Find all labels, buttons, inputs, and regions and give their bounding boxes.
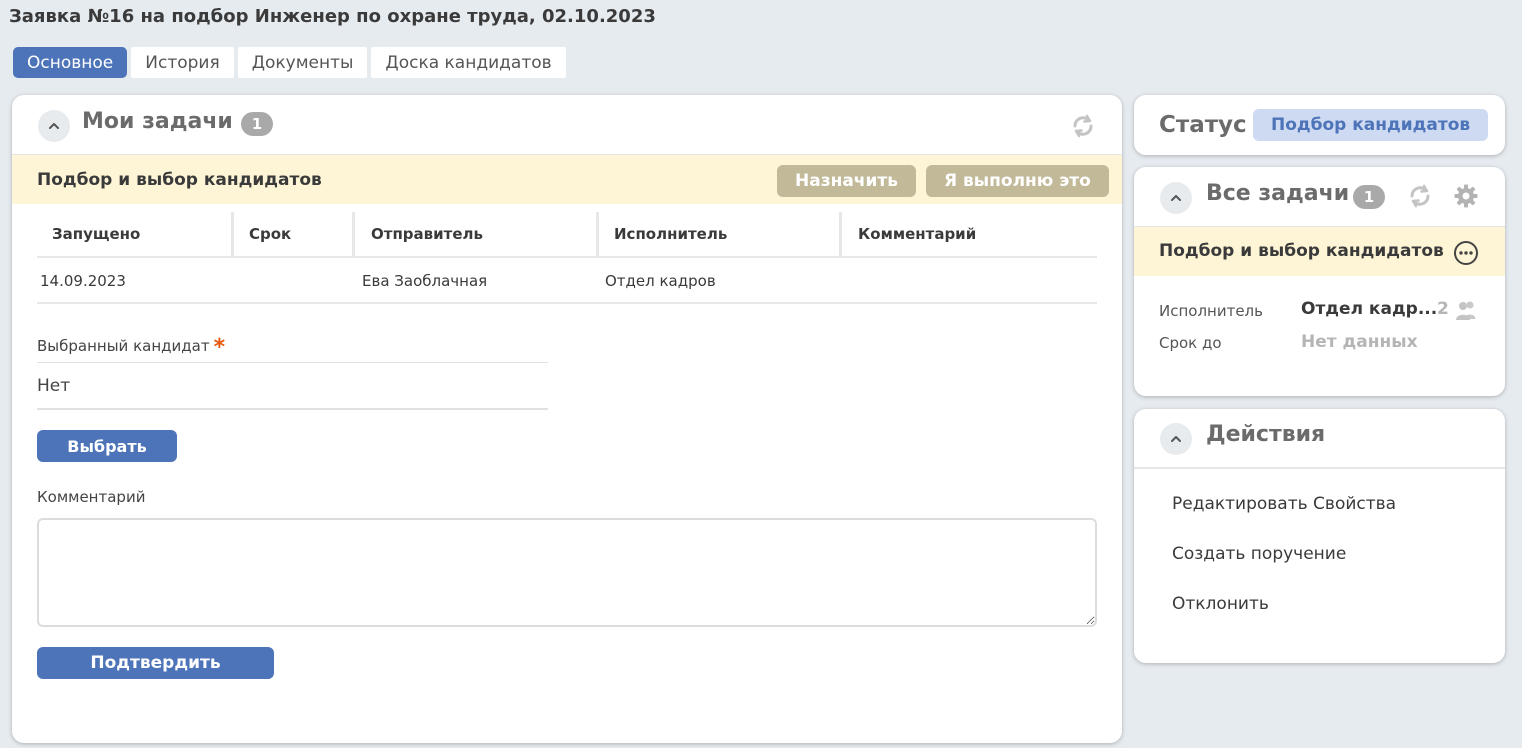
tab-candidate-board[interactable]: Доска кандидатов bbox=[371, 47, 566, 78]
cell-sender: Ева Заоблачная bbox=[362, 272, 488, 290]
status-label: Статус bbox=[1159, 112, 1247, 138]
column-header-executor: Исполнитель bbox=[599, 212, 842, 256]
task-banner: Подбор и выбор кандидатов Назначить Я вы… bbox=[12, 154, 1122, 204]
tab-history[interactable]: История bbox=[131, 47, 234, 78]
column-header-comment: Комментарий bbox=[858, 225, 977, 243]
actions-title: Действия bbox=[1206, 422, 1326, 447]
candidate-label-text: Выбранный кандидат bbox=[37, 337, 210, 355]
all-tasks-count-badge: 1 bbox=[1353, 185, 1385, 209]
my-tasks-refresh-button[interactable] bbox=[1069, 112, 1097, 140]
actions-card: Действия Редактировать Свойства Создать … bbox=[1134, 409, 1505, 663]
due-label: Срок до bbox=[1159, 334, 1222, 352]
required-mark: * bbox=[213, 335, 226, 360]
comment-label: Комментарий bbox=[37, 488, 146, 506]
candidate-label: Выбранный кандидат * bbox=[37, 332, 226, 360]
table-row[interactable]: 14.09.2023 Ева Заоблачная Отдел кадров bbox=[37, 260, 1097, 304]
my-tasks-count-badge: 1 bbox=[241, 112, 273, 136]
all-tasks-refresh-button[interactable] bbox=[1406, 182, 1434, 210]
side-task-title: Подбор и выбор кандидатов bbox=[1159, 241, 1444, 261]
action-edit-properties[interactable]: Редактировать Свойства bbox=[1172, 494, 1396, 514]
tab-documents[interactable]: Документы bbox=[237, 47, 368, 78]
actions-collapse-button[interactable] bbox=[1160, 423, 1192, 455]
executor-value[interactable]: Отдел кадр... bbox=[1301, 299, 1437, 319]
take-task-button[interactable]: Я выполню это bbox=[926, 165, 1109, 197]
choose-button[interactable]: Выбрать bbox=[37, 430, 177, 462]
action-create-assignment[interactable]: Создать поручение bbox=[1172, 544, 1346, 564]
status-badge: Подбор кандидатов bbox=[1253, 109, 1489, 141]
task-banner-title: Подбор и выбор кандидатов bbox=[37, 170, 322, 190]
my-tasks-collapse-button[interactable] bbox=[38, 110, 70, 142]
executor-label: Исполнитель bbox=[1159, 302, 1263, 320]
action-reject[interactable]: Отклонить bbox=[1172, 594, 1269, 614]
status-card: Статус Подбор кандидатов bbox=[1134, 95, 1505, 155]
comment-textarea[interactable] bbox=[37, 518, 1097, 627]
all-tasks-settings-button[interactable] bbox=[1452, 182, 1480, 210]
executor-users-button[interactable] bbox=[1452, 298, 1480, 322]
tab-main[interactable]: Основное bbox=[13, 47, 128, 78]
task-more-button[interactable] bbox=[1452, 239, 1480, 267]
column-header-started: Запущено bbox=[37, 212, 234, 256]
cell-started: 14.09.2023 bbox=[40, 272, 126, 290]
chevron-up-icon bbox=[1171, 436, 1181, 442]
chevron-up-icon bbox=[1171, 195, 1181, 201]
actions-divider bbox=[1134, 467, 1505, 469]
task-table-header: Запущено Срок Отправитель Исполнитель Ко… bbox=[37, 212, 1097, 258]
tab-bar: Основное История Документы Доска кандида… bbox=[13, 47, 566, 78]
executor-count: 2 bbox=[1437, 299, 1449, 319]
page-title: Заявка №16 на подбор Инженер по охране т… bbox=[9, 6, 656, 27]
chevron-up-icon bbox=[49, 123, 59, 129]
column-header-sender: Отправитель bbox=[355, 212, 599, 256]
refresh-icon bbox=[1073, 114, 1093, 138]
all-tasks-card: Все задачи 1 Подбор и выбор кандидатов И… bbox=[1134, 167, 1505, 396]
refresh-icon bbox=[1410, 184, 1430, 208]
my-tasks-title: Мои задачи bbox=[82, 109, 233, 134]
cell-executor: Отдел кадров bbox=[605, 272, 716, 290]
all-tasks-collapse-button[interactable] bbox=[1160, 182, 1192, 214]
more-icon bbox=[1454, 241, 1478, 265]
all-tasks-title: Все задачи bbox=[1206, 181, 1350, 206]
side-task-banner[interactable]: Подбор и выбор кандидатов bbox=[1134, 226, 1505, 276]
assign-button[interactable]: Назначить bbox=[777, 165, 916, 197]
confirm-button[interactable]: Подтвердить bbox=[37, 647, 274, 679]
gear-icon bbox=[1454, 184, 1478, 208]
due-value: Нет данных bbox=[1301, 332, 1418, 352]
my-tasks-card: Мои задачи 1 Подбор и выбор кандидатов Н… bbox=[12, 95, 1122, 743]
column-header-deadline: Срок bbox=[234, 212, 355, 256]
candidate-value: Нет bbox=[37, 362, 548, 410]
users-icon bbox=[1456, 301, 1476, 320]
